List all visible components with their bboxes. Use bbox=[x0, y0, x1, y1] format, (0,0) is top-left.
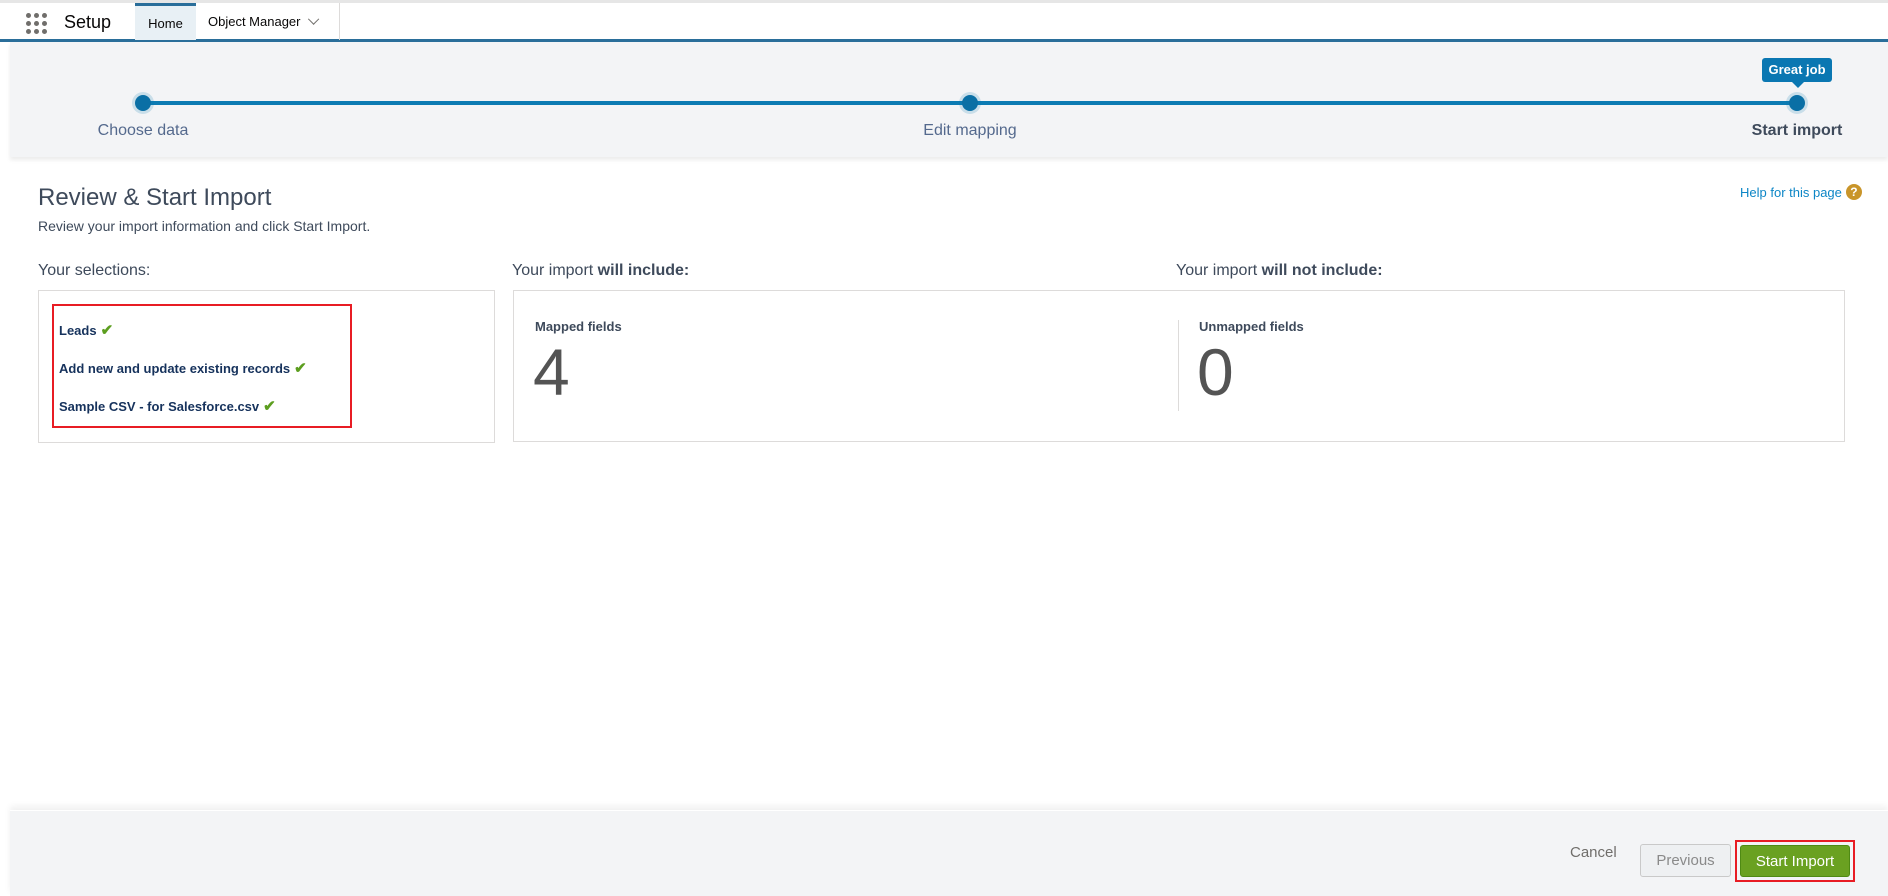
top-nav-bar: Setup Home Object Manager bbox=[0, 0, 1888, 42]
exclude-label: Your import will not include: bbox=[1176, 262, 1383, 280]
selection-item: Leads ✔ bbox=[59, 321, 113, 339]
mapped-fields-count: 4 bbox=[533, 335, 570, 409]
tab-home-label: Home bbox=[148, 15, 183, 31]
chevron-down-icon[interactable] bbox=[307, 13, 319, 25]
selections-label: Your selections: bbox=[38, 262, 151, 279]
selection-object: Leads bbox=[59, 323, 97, 338]
checkmark-icon: ✔ bbox=[294, 360, 307, 377]
great-job-tooltip: Great job bbox=[1762, 58, 1832, 88]
checkmark-icon: ✔ bbox=[263, 398, 276, 415]
selections-box: Leads ✔ Add new and update existing recor… bbox=[38, 290, 495, 443]
tab-object-manager[interactable]: Object Manager bbox=[196, 3, 340, 40]
help-link-label: Help for this page bbox=[1740, 184, 1842, 200]
summary-divider bbox=[1178, 320, 1179, 411]
page-subtitle: Review your import information and click… bbox=[38, 218, 371, 234]
tab-home[interactable]: Home bbox=[135, 3, 196, 40]
app-name: Setup bbox=[64, 12, 112, 32]
include-label-bold: will include: bbox=[597, 262, 690, 279]
selection-item: Sample CSV - for Salesforce.csv ✔ bbox=[59, 397, 276, 415]
selection-action: Add new and update existing records bbox=[59, 361, 291, 376]
include-label: Your import will include: bbox=[512, 262, 689, 280]
help-link[interactable]: Help for this page ? bbox=[1740, 184, 1862, 200]
step-label-start-import: Start import bbox=[1751, 122, 1843, 139]
step-node-choose-data bbox=[135, 95, 151, 111]
page-title: Review & Start Import bbox=[38, 184, 272, 211]
unmapped-fields-label: Unmapped fields bbox=[1199, 319, 1304, 334]
start-import-button[interactable]: Start Import bbox=[1740, 845, 1850, 877]
step-node-start-import bbox=[1789, 95, 1805, 111]
mapped-fields-label: Mapped fields bbox=[535, 319, 622, 334]
tab-object-manager-label: Object Manager bbox=[208, 14, 301, 29]
cancel-button[interactable]: Cancel bbox=[1570, 844, 1617, 861]
question-icon[interactable]: ? bbox=[1845, 184, 1862, 200]
selection-file: Sample CSV - for Salesforce.csv bbox=[59, 399, 260, 414]
previous-button[interactable]: Previous bbox=[1640, 844, 1731, 877]
exclude-label-bold: will not include: bbox=[1261, 262, 1383, 279]
selection-item: Add new and update existing records ✔ bbox=[59, 359, 307, 377]
progress-indicator: Choose data Edit mapping Start import Gr… bbox=[10, 42, 1888, 157]
start-import-highlight: Start Import bbox=[1735, 840, 1855, 882]
step-label-choose-data: Choose data bbox=[97, 122, 189, 139]
step-label-edit-mapping: Edit mapping bbox=[923, 122, 1017, 139]
include-label-prefix: Your import bbox=[512, 262, 598, 279]
footer-bar: Cancel Previous Start Import bbox=[10, 810, 1888, 896]
app-launcher-icon[interactable] bbox=[26, 13, 48, 35]
checkmark-icon: ✔ bbox=[100, 322, 114, 339]
exclude-label-prefix: Your import bbox=[1176, 262, 1262, 279]
unmapped-fields-count: 0 bbox=[1197, 335, 1234, 409]
import-summary-box: Mapped fields 4 Unmapped fields 0 bbox=[513, 290, 1845, 442]
step-node-edit-mapping bbox=[962, 95, 978, 111]
